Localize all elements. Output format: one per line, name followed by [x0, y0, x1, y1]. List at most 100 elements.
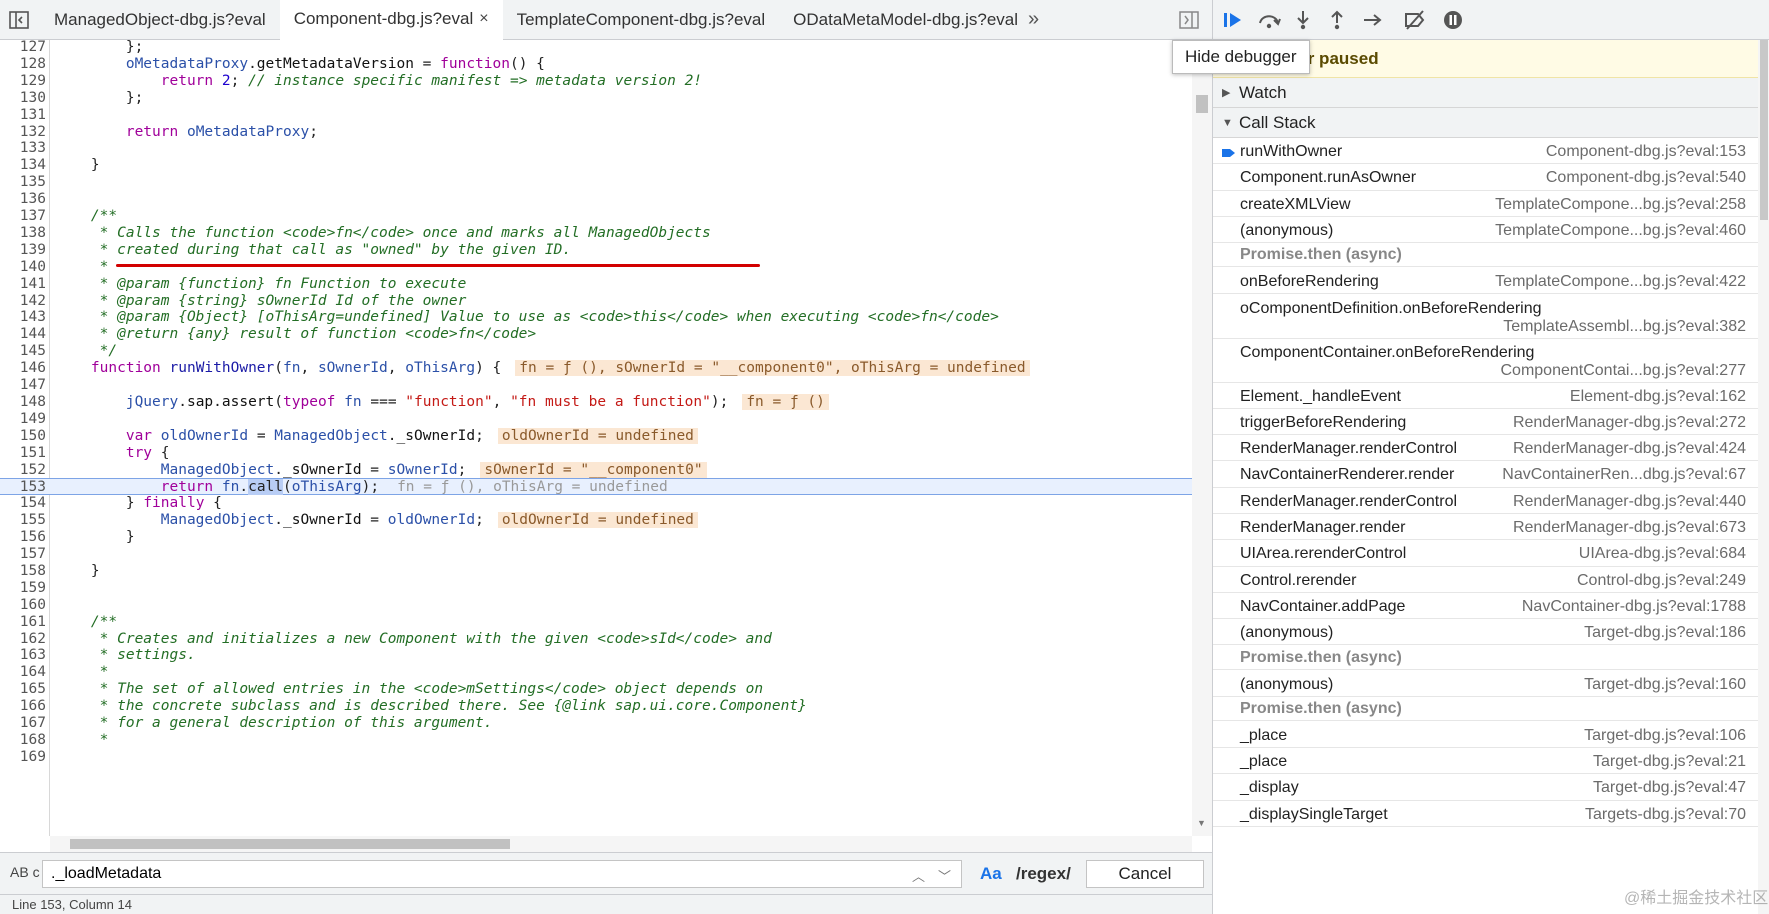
code-line[interactable]: 151 try {	[0, 445, 1192, 462]
code-line[interactable]: 166 * the concrete subclass and is descr…	[0, 698, 1192, 715]
frame-location-link[interactable]: TemplateAssembl...bg.js?eval:382	[1503, 318, 1746, 336]
code-line[interactable]: 162 * Creates and initializes a new Comp…	[0, 631, 1192, 648]
line-number[interactable]: 138	[0, 225, 46, 242]
line-number[interactable]: 140	[0, 259, 46, 276]
frame-location-link[interactable]: Target-dbg.js?eval:47	[1593, 779, 1746, 797]
code-line[interactable]: 130 };	[0, 90, 1192, 107]
line-number[interactable]: 146	[0, 360, 46, 377]
frame-location-link[interactable]: RenderManager-dbg.js?eval:673	[1513, 519, 1746, 537]
code-line[interactable]: 155 ManagedObject._sOwnerId = oldOwnerId…	[0, 512, 1192, 529]
code-line[interactable]: 164 *	[0, 664, 1192, 681]
call-stack-section-header[interactable]: ▼ Call Stack	[1213, 108, 1769, 138]
line-number[interactable]: 128	[0, 56, 46, 73]
line-number[interactable]: 132	[0, 124, 46, 141]
frame-location-link[interactable]: Element-dbg.js?eval:162	[1570, 388, 1746, 406]
call-stack-frame[interactable]: _place Target-dbg.js?eval:21	[1213, 748, 1758, 775]
frame-location-link[interactable]: Component-dbg.js?eval:153	[1546, 143, 1746, 161]
line-number[interactable]: 129	[0, 73, 46, 90]
code-line[interactable]: 138 * Calls the function <code>fn</code>…	[0, 225, 1192, 242]
code-line[interactable]: 154 } finally {	[0, 495, 1192, 512]
toggle-debugger-icon[interactable]	[1178, 10, 1200, 30]
call-stack-frame[interactable]: (anonymous) Target-dbg.js?eval:186	[1213, 619, 1758, 646]
code-line[interactable]: 131	[0, 107, 1192, 124]
line-number[interactable]: 162	[0, 631, 46, 648]
code-line[interactable]: 147	[0, 377, 1192, 394]
line-number[interactable]: 133	[0, 140, 46, 157]
step-over-icon[interactable]	[1257, 9, 1281, 31]
code-line[interactable]: 137 /**	[0, 208, 1192, 225]
line-number[interactable]: 158	[0, 563, 46, 580]
line-number[interactable]: 151	[0, 445, 46, 462]
line-number[interactable]: 164	[0, 664, 46, 681]
frame-location-link[interactable]: RenderManager-dbg.js?eval:272	[1513, 414, 1746, 432]
line-number[interactable]: 169	[0, 749, 46, 766]
horizontal-scrollbar[interactable]	[50, 836, 1192, 852]
sidebar-scrollbar[interactable]	[1758, 40, 1769, 914]
frame-location-link[interactable]: Target-dbg.js?eval:106	[1584, 727, 1746, 745]
line-number[interactable]: 168	[0, 732, 46, 749]
code-line[interactable]: 136	[0, 191, 1192, 208]
code-line[interactable]: 148 jQuery.sap.assert(typeof fn === "fun…	[0, 393, 1192, 411]
frame-location-link[interactable]: TemplateCompone...bg.js?eval:460	[1495, 222, 1746, 240]
horizontal-scroll-thumb[interactable]	[70, 839, 510, 849]
deactivate-breakpoints-icon[interactable]	[1403, 9, 1427, 31]
frame-location-link[interactable]: UIArea-dbg.js?eval:684	[1579, 545, 1746, 563]
call-stack-frame[interactable]: _display Target-dbg.js?eval:47	[1213, 774, 1758, 801]
sidebar-scroll-thumb[interactable]	[1760, 40, 1768, 220]
line-number[interactable]: 167	[0, 715, 46, 732]
call-stack-frame[interactable]: runWithOwner Component-dbg.js?eval:153	[1213, 138, 1758, 165]
step-out-icon[interactable]	[1325, 9, 1349, 31]
frame-location-link[interactable]: TemplateCompone...bg.js?eval:258	[1495, 196, 1746, 214]
line-number[interactable]: 157	[0, 546, 46, 563]
call-stack-frame[interactable]: onBeforeRendering TemplateCompone...bg.js…	[1213, 268, 1758, 295]
call-stack-frame[interactable]: oComponentDefinition.onBeforeRendering Te…	[1213, 295, 1758, 339]
frame-location-link[interactable]: ComponentContai...bg.js?eval:277	[1501, 362, 1747, 380]
line-number[interactable]: 152	[0, 462, 46, 479]
search-previous-icon[interactable]: ︿	[912, 866, 925, 885]
code-line[interactable]: 163 * settings.	[0, 647, 1192, 664]
line-number[interactable]: 131	[0, 107, 46, 124]
code-line[interactable]: 140 *	[0, 259, 1192, 276]
line-number[interactable]: 159	[0, 580, 46, 597]
line-number[interactable]: 139	[0, 242, 46, 259]
code-line[interactable]: 146 function runWithOwner(fn, sOwnerId, …	[0, 360, 1192, 377]
close-icon[interactable]: ×	[479, 0, 488, 39]
frame-location-link[interactable]: Target-dbg.js?eval:21	[1593, 753, 1746, 771]
code-editor[interactable]: 127 }; 128 oMetadataProxy.getMetadataVers…	[0, 40, 1212, 836]
resume-icon[interactable]	[1221, 9, 1245, 31]
call-stack-frame[interactable]: Control.rerender Control-dbg.js?eval:249	[1213, 567, 1758, 593]
call-stack-frame[interactable]: _place Target-dbg.js?eval:106	[1213, 722, 1758, 749]
call-stack-frame[interactable]: NavContainer.addPage NavContainer-dbg.js?…	[1213, 593, 1758, 620]
frame-location-link[interactable]: NavContainer-dbg.js?eval:1788	[1522, 598, 1746, 616]
frame-location-link[interactable]: RenderManager-dbg.js?eval:440	[1513, 493, 1746, 511]
cancel-button[interactable]: Cancel	[1086, 860, 1204, 888]
call-stack-frame[interactable]: RenderManager.renderControl RenderManager…	[1213, 435, 1758, 462]
code-line[interactable]: 139 * created during that call as "owned…	[0, 242, 1192, 259]
match-case-button[interactable]: Aa	[980, 864, 1002, 884]
frame-location-link[interactable]: Component-dbg.js?eval:540	[1546, 169, 1746, 187]
line-number[interactable]: 154	[0, 495, 46, 512]
code-line[interactable]: 156 }	[0, 529, 1192, 546]
call-stack-frame[interactable]: Component.runAsOwner Component-dbg.js?eva…	[1213, 164, 1758, 191]
watch-section-header[interactable]: ▶ Watch	[1213, 78, 1769, 108]
call-stack-frame[interactable]: createXMLView TemplateCompone...bg.js?eva…	[1213, 191, 1758, 217]
replace-toggle-icon[interactable]: AB c	[10, 864, 40, 880]
code-line[interactable]: 129 return 2; // instance specific manif…	[0, 73, 1192, 90]
line-number[interactable]: 143	[0, 309, 46, 326]
navigator-toggle-icon[interactable]	[8, 9, 30, 31]
frame-location-link[interactable]: TemplateCompone...bg.js?eval:422	[1495, 273, 1746, 291]
code-line[interactable]: 135	[0, 174, 1192, 191]
pause-on-exceptions-icon[interactable]	[1441, 9, 1465, 31]
code-line[interactable]: 152 ManagedObject._sOwnerId = sOwnerId; s…	[0, 461, 1192, 479]
frame-location-link[interactable]: Target-dbg.js?eval:186	[1584, 624, 1746, 642]
line-number[interactable]: 145	[0, 343, 46, 360]
line-number[interactable]: 163	[0, 647, 46, 664]
call-stack-frame[interactable]: NavContainerRenderer.render NavContainerR…	[1213, 461, 1758, 488]
line-number[interactable]: 134	[0, 157, 46, 174]
code-line[interactable]: 133	[0, 140, 1192, 157]
code-line[interactable]: 128 oMetadataProxy.getMetadataVersion = …	[0, 56, 1192, 73]
code-line[interactable]: 143 * @param {Object} [oThisArg=undefine…	[0, 309, 1192, 326]
line-number[interactable]: 141	[0, 276, 46, 293]
code-line[interactable]: 149	[0, 411, 1192, 428]
frame-location-link[interactable]: Target-dbg.js?eval:160	[1584, 676, 1746, 694]
